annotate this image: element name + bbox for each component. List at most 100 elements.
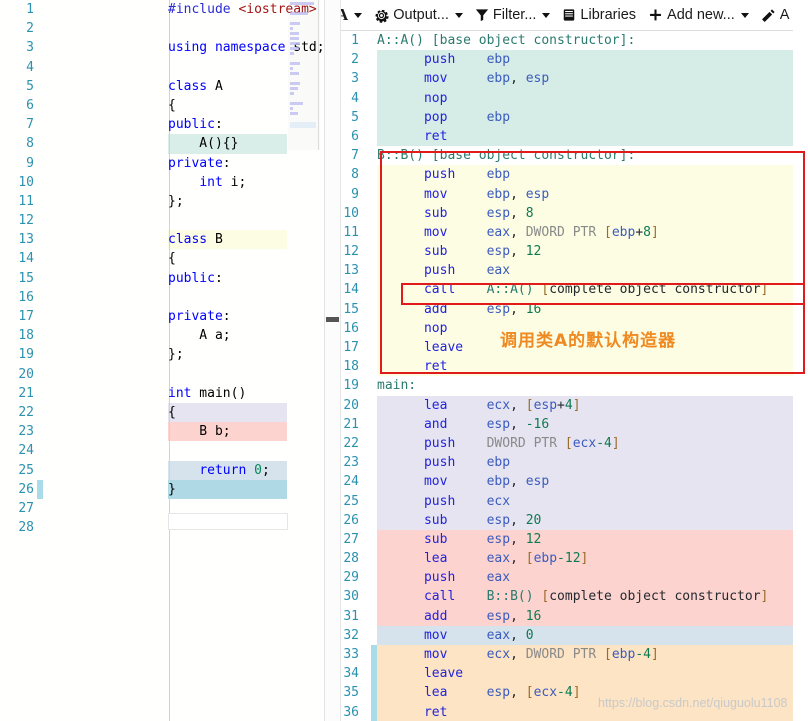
asm-line[interactable]: 32 mov eax, 0 [325,625,793,645]
source-line[interactable]: 19}; [0,345,324,364]
source-line-number: 25 [18,462,34,478]
asm-line[interactable]: 24 mov ebp, esp [325,472,793,492]
source-line-number: 7 [26,117,34,133]
source-line[interactable]: 1 #include <iostream> [0,0,324,19]
add-new-button[interactable]: Add new... [642,5,755,25]
source-minimap[interactable] [290,0,318,150]
asm-line-text: pop ebp [423,109,511,125]
asm-line[interactable]: 18 ret [325,357,793,377]
source-line-number: 23 [18,424,34,440]
source-line[interactable]: 23 B b; [0,422,324,442]
asm-line[interactable]: 8 push ebp [325,165,793,185]
asm-line[interactable]: 9 mov ebp, esp [325,184,793,204]
asm-line-text: mov ebp, esp [423,71,550,87]
source-line-text: { [168,404,176,420]
asm-line[interactable]: 13 push eax [325,261,793,281]
source-line[interactable]: 5 class A [0,77,324,96]
asm-line[interactable]: 33 mov ecx, DWORD PTR [ebp-4] [325,645,793,665]
asm-line[interactable]: 7 B::B() [base object constructor]: [325,146,793,165]
asm-line-text: leave [423,340,464,355]
source-line[interactable]: 26} [0,479,324,499]
source-code-rows[interactable]: 1 #include <iostream> 2 3 using namespace st… [0,0,324,537]
asm-line[interactable]: 31 add esp, 16 [325,606,793,626]
source-line-number: 13 [18,232,34,248]
source-line[interactable]: 20 [0,365,324,384]
source-line-number: 20 [18,366,34,382]
asm-toolbar[interactable]: A Output... Filter... Libraries Add new.… [325,0,793,31]
source-line-number: 22 [18,404,34,420]
asm-line[interactable]: 20 lea ecx, [esp+4] [325,395,793,415]
source-line[interactable]: 10 int i; [0,173,324,192]
add-tool-button-label: A [779,7,790,23]
asm-line[interactable]: 28 lea eax, [ebp-12] [325,549,793,569]
asm-code-rows[interactable]: 1 A::A() [base object constructor]: 2 push… [325,31,793,721]
source-line-number: 26 [0,479,43,499]
output-button[interactable]: Output... [368,5,469,25]
editor-find-widget[interactable] [168,513,288,530]
source-line[interactable]: 12 [0,211,324,230]
compiler-explorer-window: 1 #include <iostream> 2 3 using namespace st… [0,0,808,721]
source-line[interactable]: 7 public: [0,115,324,134]
asm-line[interactable]: 19 main: [325,376,793,395]
source-line[interactable]: 6{ [0,96,324,115]
source-line[interactable]: 13 class B [0,230,324,250]
asm-line[interactable]: 21 and esp, -16 [325,414,793,434]
libraries-button[interactable]: Libraries [556,5,642,25]
source-line[interactable]: 16 [0,288,324,307]
source-line-number: 15 [18,270,34,286]
asm-line[interactable]: 11 mov eax, DWORD PTR [ebp+8] [325,222,793,243]
source-line[interactable]: 14 { [0,249,324,268]
source-line[interactable]: 2 [0,19,324,38]
asm-line-text: call B::B() [complete object constructor… [423,589,769,605]
asm-line[interactable]: 12 sub esp, 12 [325,242,793,262]
filter-icon [475,8,489,22]
asm-line[interactable]: 6 ret [325,126,793,147]
source-line[interactable]: 4 [0,58,324,77]
source-line-number: 16 [18,289,34,305]
minimap-border [318,0,319,150]
asm-line[interactable]: 10 sub esp, 8 [325,203,793,223]
source-line[interactable]: 18 A a; [0,326,324,345]
asm-line-text: mov eax, 0 [423,627,534,643]
asm-line-text: mov ebp, esp [423,474,550,490]
asm-line[interactable]: 4 nop [325,88,793,108]
source-line[interactable]: 15 public: [0,269,324,288]
asm-line-text: lea eax, [ebp-12] [423,551,589,567]
asm-line[interactable]: 34 leave [325,664,793,684]
source-line[interactable]: 9 private: [0,154,324,173]
source-line[interactable]: 22 { [0,402,324,423]
source-line[interactable]: 25 return 0; [0,460,324,480]
asm-line[interactable]: 5 pop ebp [325,107,793,127]
filter-button-label: Filter... [492,7,537,23]
pane-splitter[interactable] [325,0,341,721]
asm-line[interactable]: 3 mov ebp, esp [325,69,793,89]
source-line[interactable]: 8 A(){} [0,134,324,154]
asm-line[interactable]: 27 sub esp, 12 [325,529,793,550]
filter-button[interactable]: Filter... [469,5,557,25]
source-line[interactable]: 21 int main() [0,384,324,403]
asm-line[interactable]: 22 push DWORD PTR [ecx-4] [325,433,793,454]
source-line-number: 19 [18,347,34,363]
asm-line[interactable]: 1 A::A() [base object constructor]: [325,31,793,50]
source-line[interactable]: 24 [0,441,324,460]
asm-line-text: B::B() [base object constructor]: [377,148,636,164]
source-editor-pane[interactable]: 1 #include <iostream> 2 3 using namespace st… [0,0,325,721]
source-line-number: 12 [18,213,34,229]
asm-line[interactable]: 15 add esp, 16 [325,299,793,319]
source-line[interactable]: 17 private: [0,307,324,326]
asm-line[interactable]: 29 push eax [325,568,793,588]
source-line[interactable]: 11}; [0,192,324,211]
asm-line[interactable]: 26 sub esp, 20 [325,510,793,530]
source-line-number: 14 [18,251,34,267]
asm-line-text: ret [423,359,448,375]
asm-line[interactable]: 30 call B::B() [complete object construc… [325,587,793,607]
asm-line-text: sub esp, 8 [423,205,534,221]
splitter-grip[interactable] [326,317,339,322]
asm-line[interactable]: 23 push ebp [325,453,793,473]
asm-line[interactable]: 2 push ebp [325,50,793,70]
asm-line[interactable]: 25 push ecx [325,491,793,511]
source-line[interactable]: 3 using namespace std; [0,38,324,57]
add-tool-button[interactable]: A [755,5,793,25]
asm-line[interactable]: 14 call A::A() [complete object construc… [325,280,793,300]
source-line-text: private: [168,309,231,324]
